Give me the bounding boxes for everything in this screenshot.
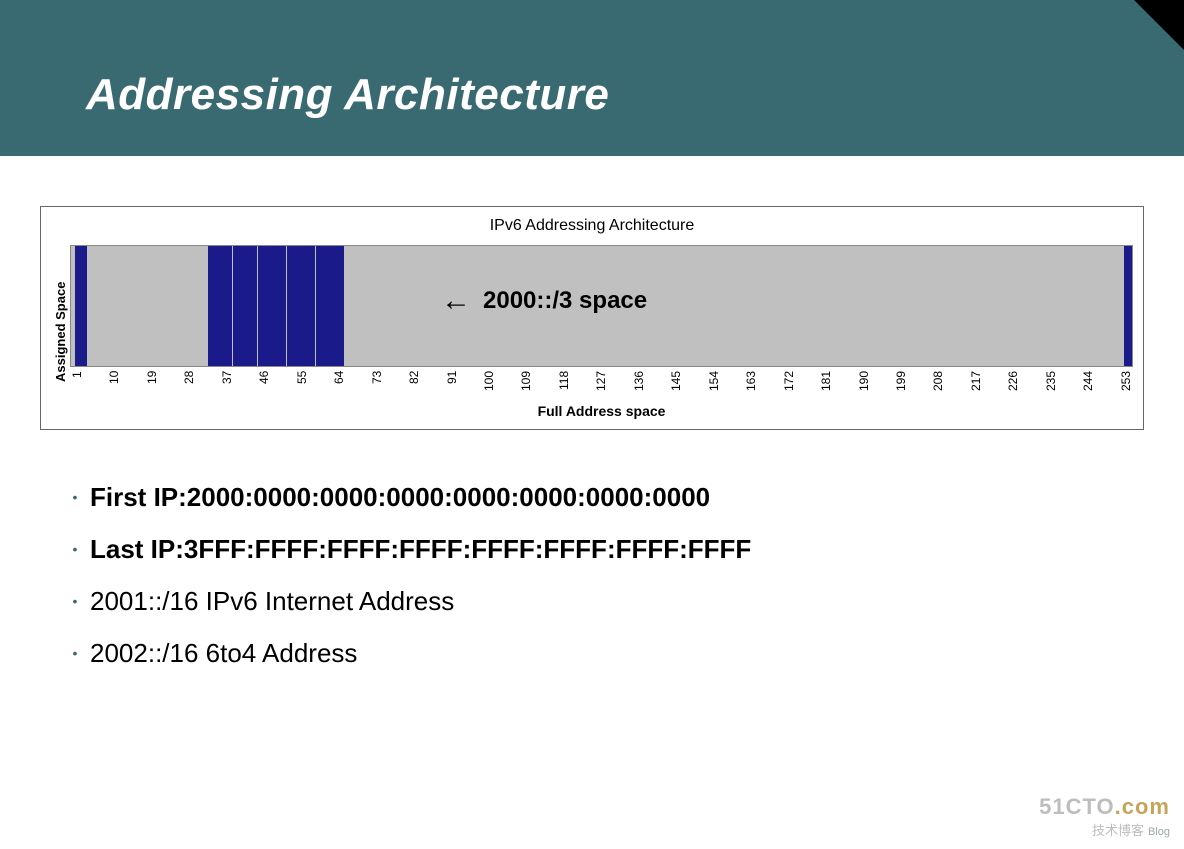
- chart-xtick: 235: [1044, 371, 1058, 397]
- chart-xtick: 1: [70, 371, 84, 397]
- chart-ylabel: Assigned Space: [51, 245, 70, 419]
- chart-plot-column: ← 2000::/3 space 1 10 19 28 37 46 55 64 73 82 91 10…: [70, 245, 1133, 419]
- chart-xtick: 217: [969, 371, 983, 397]
- bullet-dot-icon: •: [60, 636, 90, 670]
- chart-xtick: 55: [295, 371, 309, 397]
- arrow-left-icon: ←: [441, 284, 471, 318]
- chart-xtick: 10: [107, 371, 121, 397]
- chart-xtick: 154: [707, 371, 721, 397]
- watermark-domain: .com: [1115, 794, 1170, 819]
- chart-xtick: 19: [145, 371, 159, 397]
- chart-xtick: 199: [894, 371, 908, 397]
- chart-xtick: 37: [220, 371, 234, 397]
- watermark-line2: 技术博客 Blog: [1039, 820, 1170, 839]
- chart-annotation: ← 2000::/3 space: [441, 284, 647, 318]
- chart-bar: [83, 246, 87, 366]
- chart-xtick: 181: [819, 371, 833, 397]
- bullet-dot-icon: •: [60, 532, 90, 566]
- chart-xtick: 118: [557, 371, 571, 397]
- chart-container: IPv6 Addressing Architecture Assigned Sp…: [40, 206, 1144, 430]
- bullet-text: 2001::/16 IPv6 Internet Address: [90, 584, 454, 618]
- slide-header: Addressing Architecture: [0, 0, 1184, 156]
- chart-xtick: 109: [519, 371, 533, 397]
- chart-plot-area: ← 2000::/3 space: [70, 245, 1133, 367]
- bullet-dot-icon: •: [60, 584, 90, 618]
- chart-bar: [340, 246, 344, 366]
- chart-xtick: 190: [857, 371, 871, 397]
- bullet-text: First IP:2000:0000:0000:0000:0000:0000:0…: [90, 480, 710, 514]
- chart-xtick: 253: [1119, 371, 1133, 397]
- chart-xtick: 127: [594, 371, 608, 397]
- watermark-sub: 技术博客: [1092, 823, 1144, 838]
- chart-xlabel: Full Address space: [70, 403, 1133, 419]
- chart-xtick: 64: [332, 371, 346, 397]
- chart-xticks: 1 10 19 28 37 46 55 64 73 82 91 100 109 118 127 136 145 1…: [70, 371, 1133, 397]
- chart-xtick: 172: [782, 371, 796, 397]
- chart-xtick: 244: [1081, 371, 1095, 397]
- chart-body: Assigned Space ← 2000::/3 space 1 10 19 28 3…: [51, 245, 1133, 419]
- bullet-row: •First IP:2000:0000:0000:0000:0000:0000:…: [60, 480, 1184, 514]
- chart-xtick: 73: [370, 371, 384, 397]
- bullet-dot-icon: •: [60, 480, 90, 514]
- chart-bar: [1128, 246, 1132, 366]
- bullet-list: •First IP:2000:0000:0000:0000:0000:0000:…: [60, 480, 1184, 670]
- bullet-row: •2001::/16 IPv6 Internet Address: [60, 584, 1184, 618]
- chart-xtick: 82: [407, 371, 421, 397]
- bullet-text: Last IP:3FFF:FFFF:FFFF:FFFF:FFFF:FFFF:FF…: [90, 532, 751, 566]
- bullet-text: 2002::/16 6to4 Address: [90, 636, 357, 670]
- chart-xtick: 28: [182, 371, 196, 397]
- watermark: 51CTO.com 技术博客 Blog: [1039, 794, 1170, 839]
- slide-title: Addressing Architecture: [0, 0, 1184, 120]
- chart-xtick: 46: [257, 371, 271, 397]
- watermark-sub2: Blog: [1148, 826, 1170, 838]
- chart-xtick: 226: [1006, 371, 1020, 397]
- chart-xtick: 163: [744, 371, 758, 397]
- chart-xtick: 91: [445, 371, 459, 397]
- chart-xtick: 100: [482, 371, 496, 397]
- chart-xtick: 145: [669, 371, 683, 397]
- watermark-brand: 51CTO: [1039, 794, 1115, 819]
- corner-decoration: [1134, 0, 1184, 50]
- chart-xtick: 208: [931, 371, 945, 397]
- chart-title: IPv6 Addressing Architecture: [51, 217, 1133, 235]
- bullet-row: •Last IP:3FFF:FFFF:FFFF:FFFF:FFFF:FFFF:F…: [60, 532, 1184, 566]
- bullet-row: •2002::/16 6to4 Address: [60, 636, 1184, 670]
- watermark-line1: 51CTO.com: [1039, 794, 1170, 820]
- chart-annotation-text: 2000::/3 space: [483, 287, 647, 315]
- chart-xtick: 136: [632, 371, 646, 397]
